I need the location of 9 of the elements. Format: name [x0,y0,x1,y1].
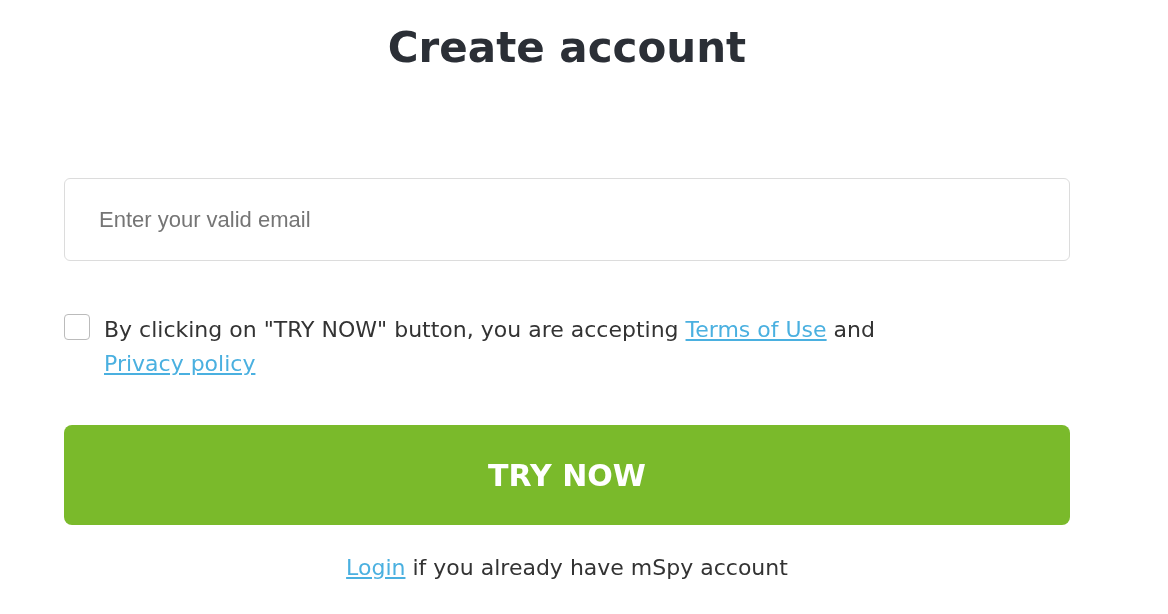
consent-text: By clicking on "TRY NOW" button, you are accepting Terms of Use and Privacy policy [104,316,876,378]
login-link[interactable]: Login [346,555,406,580]
page-title: Create account [386,22,748,74]
email-field[interactable]: Enter your valid email [64,178,1070,261]
terms-link[interactable]: Terms of Use [685,317,827,342]
try-now-button[interactable]: TRY NOW [64,425,1070,525]
login-text: Login if you already have mSpy account [345,554,789,582]
privacy-link[interactable]: Privacy policy [104,351,256,376]
consent-checkbox[interactable] [64,314,90,340]
